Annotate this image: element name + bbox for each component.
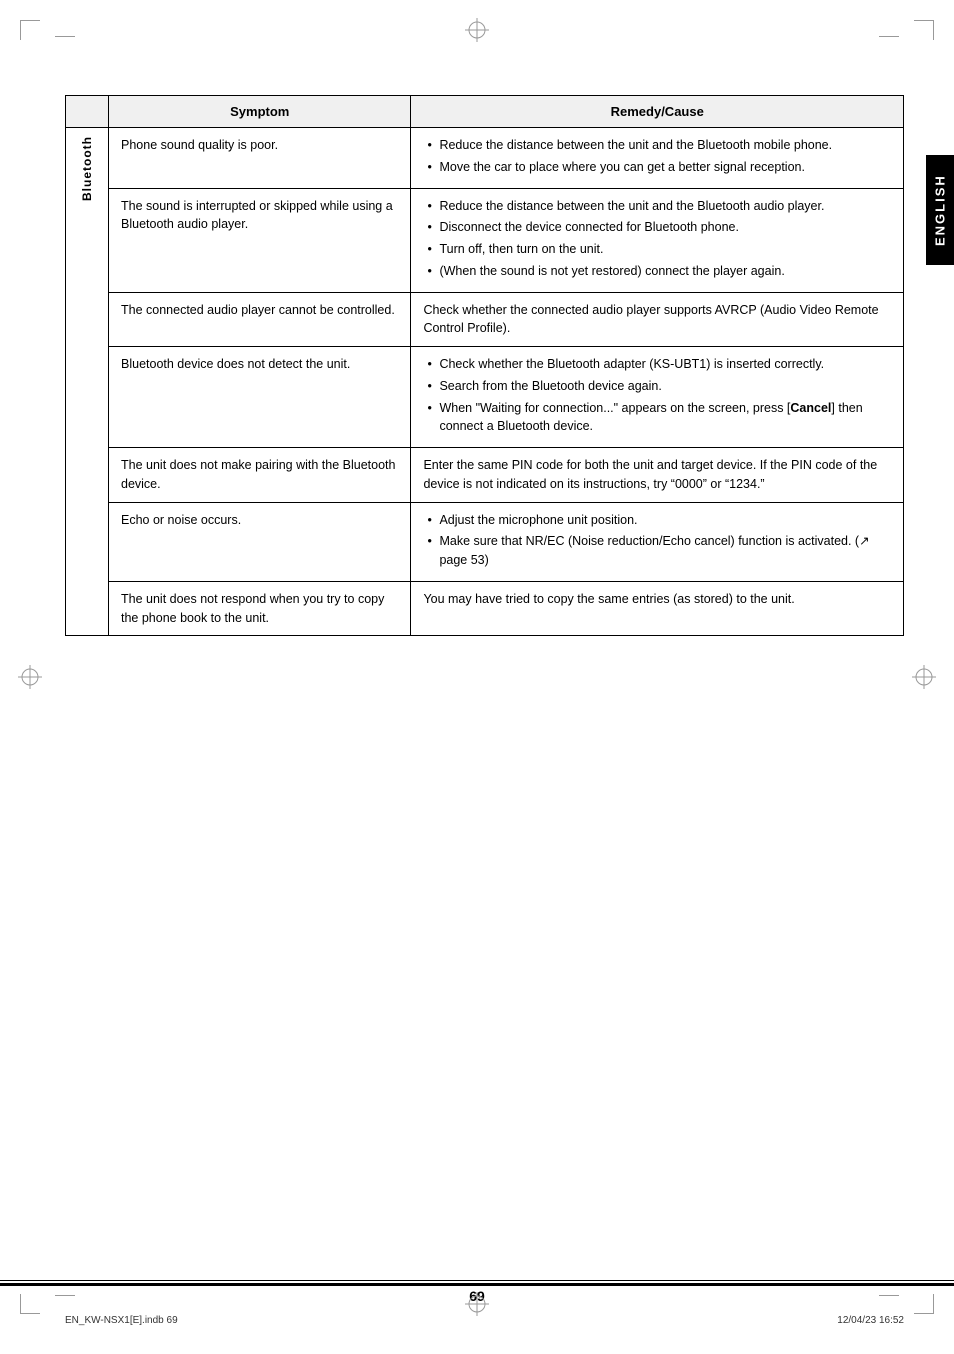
side-mark-tl <box>55 36 75 37</box>
list-item: Reduce the distance between the unit and… <box>423 197 891 216</box>
list-item: Disconnect the device connected for Blue… <box>423 218 891 237</box>
side-mark-tr <box>879 36 899 37</box>
footer-rule-thick <box>0 1283 954 1286</box>
symptom-cell: The connected audio player cannot be con… <box>109 292 411 347</box>
english-tab: ENGLISH <box>926 155 954 265</box>
remedy-list: Reduce the distance between the unit and… <box>423 136 891 177</box>
page: ENGLISH Symptom Remedy/Cause Bluetooth P… <box>0 0 954 1354</box>
symptom-cell: The unit does not make pairing with the … <box>109 448 411 503</box>
symptom-cell: Phone sound quality is poor. <box>109 128 411 189</box>
list-item: Turn off, then turn on the unit. <box>423 240 891 259</box>
list-item: Search from the Bluetooth device again. <box>423 377 891 396</box>
troubleshooting-table: Symptom Remedy/Cause Bluetooth Phone sou… <box>65 95 904 636</box>
remedy-cell: Enter the same PIN code for both the uni… <box>411 448 904 503</box>
table-row: The connected audio player cannot be con… <box>66 292 904 347</box>
bluetooth-header-cell <box>66 96 109 128</box>
symptom-cell: The unit does not respond when you try t… <box>109 581 411 636</box>
table-row: Echo or noise occurs. Adjust the microph… <box>66 502 904 581</box>
reg-mark-top <box>465 18 489 42</box>
list-item: Check whether the Bluetooth adapter (KS-… <box>423 355 891 374</box>
list-item: (When the sound is not yet restored) con… <box>423 262 891 281</box>
reg-mark-left <box>18 665 42 689</box>
remedy-header: Remedy/Cause <box>411 96 904 128</box>
remedy-list: Adjust the microphone unit position. Mak… <box>423 511 891 570</box>
crop-mark-tl <box>20 20 40 40</box>
side-mark-bl <box>55 1295 75 1296</box>
remedy-cell: Adjust the microphone unit position. Mak… <box>411 502 904 581</box>
footer-left-text: EN_KW-NSX1[E].indb 69 <box>65 1315 178 1326</box>
table-row: Bluetooth Phone sound quality is poor. R… <box>66 128 904 189</box>
table-row: Bluetooth device does not detect the uni… <box>66 347 904 448</box>
table-row: The unit does not respond when you try t… <box>66 581 904 636</box>
bluetooth-label: Bluetooth <box>78 136 96 201</box>
symptom-cell: Echo or noise occurs. <box>109 502 411 581</box>
remedy-cell: Reduce the distance between the unit and… <box>411 188 904 292</box>
reg-mark-bottom <box>465 1292 489 1319</box>
side-mark-br <box>879 1295 899 1296</box>
symptom-cell: The sound is interrupted or skipped whil… <box>109 188 411 292</box>
reg-mark-right <box>912 665 936 689</box>
crop-mark-tr <box>914 20 934 40</box>
footer-rule-thin <box>0 1280 954 1281</box>
remedy-cell: Reduce the distance between the unit and… <box>411 128 904 189</box>
remedy-cell: Check whether the Bluetooth adapter (KS-… <box>411 347 904 448</box>
list-item: When "Waiting for connection..." appears… <box>423 399 891 437</box>
crop-mark-bl <box>20 1294 40 1314</box>
remedy-list: Check whether the Bluetooth adapter (KS-… <box>423 355 891 436</box>
remedy-cell: You may have tried to copy the same entr… <box>411 581 904 636</box>
crop-mark-br <box>914 1294 934 1314</box>
list-item: Reduce the distance between the unit and… <box>423 136 891 155</box>
list-item: Adjust the microphone unit position. <box>423 511 891 530</box>
symptom-cell: Bluetooth device does not detect the uni… <box>109 347 411 448</box>
remedy-cell: Check whether the connected audio player… <box>411 292 904 347</box>
table-row: The unit does not make pairing with the … <box>66 448 904 503</box>
symptom-header: Symptom <box>109 96 411 128</box>
bluetooth-label-cell: Bluetooth <box>66 128 109 636</box>
list-item: Move the car to place where you can get … <box>423 158 891 177</box>
main-content: Symptom Remedy/Cause Bluetooth Phone sou… <box>65 95 904 1274</box>
footer-right-text: 12/04/23 16:52 <box>837 1315 904 1326</box>
list-item: Make sure that NR/EC (Noise reduction/Ec… <box>423 532 891 570</box>
table-row: The sound is interrupted or skipped whil… <box>66 188 904 292</box>
remedy-list: Reduce the distance between the unit and… <box>423 197 891 281</box>
